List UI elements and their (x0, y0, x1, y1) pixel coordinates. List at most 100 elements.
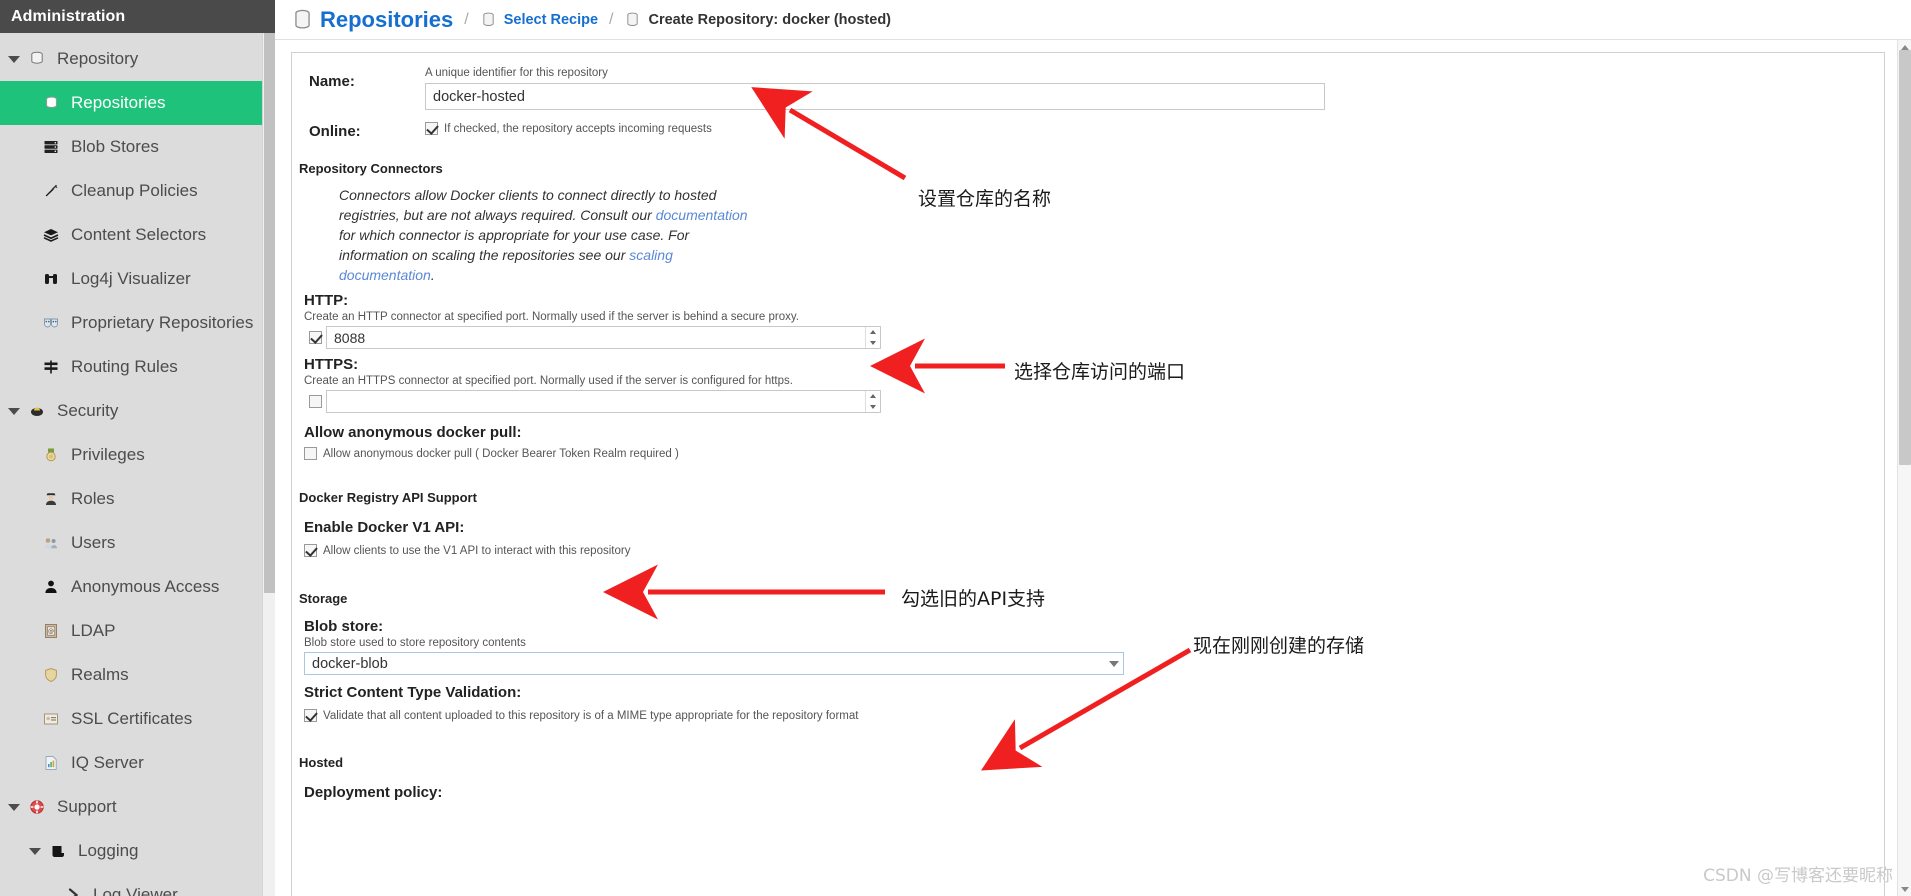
documentation-link[interactable]: documentation (656, 207, 748, 223)
spin-up-icon[interactable] (866, 327, 880, 338)
signpost-icon (40, 357, 62, 377)
chevron-down-icon[interactable] (1105, 661, 1123, 667)
https-port-row (304, 390, 1884, 413)
sidebar-item-cleanup-policies[interactable]: Cleanup Policies (0, 169, 275, 213)
https-port-stepper[interactable] (326, 390, 881, 413)
anonymous-pull-checkbox[interactable] (304, 447, 317, 460)
http-port-spin-buttons[interactable] (865, 327, 880, 348)
https-enable-checkbox[interactable] (308, 395, 322, 408)
breadcrumb-separator: / (464, 10, 469, 28)
name-input[interactable] (425, 83, 1325, 110)
breadcrumb: Repositories / Select Recipe / Create Re… (275, 0, 1911, 40)
repository-connectors-description: Connectors allow Docker clients to conne… (339, 185, 759, 285)
sidebar-scrollbar[interactable] (262, 33, 275, 896)
database-icon (40, 93, 62, 113)
strict-validation-label: Strict Content Type Validation: (304, 684, 522, 701)
svg-text:@: @ (48, 628, 54, 635)
shield-icon (40, 665, 62, 685)
sidebar-item-log4j-visualizer[interactable]: Log4j Visualizer (0, 257, 275, 301)
application-window: Administration Repository Repositories B… (0, 0, 1911, 896)
sidebar-item-label: LDAP (71, 621, 116, 640)
sidebar-scrollbar-thumb[interactable] (264, 33, 275, 593)
breadcrumb-select-recipe[interactable]: Select Recipe (480, 11, 598, 28)
sidebar-item-proprietary-repositories[interactable]: Proprietary Repositories (0, 301, 275, 345)
field-row-online: Online: If checked, the repository accep… (292, 122, 1884, 140)
http-port-input[interactable] (327, 328, 865, 347)
sidebar-item-label: Proprietary Repositories (71, 313, 254, 332)
sidebar-item-realms[interactable]: Realms (0, 653, 275, 697)
repository-form-panel: Name: A unique identifier for this repos… (291, 52, 1885, 896)
spin-down-icon[interactable] (866, 338, 880, 349)
sidebar-item-label: Blob Stores (71, 137, 159, 156)
name-label: Name: (309, 73, 355, 90)
sidebar-item-users[interactable]: Users (0, 521, 275, 565)
sidebar-item-label: IQ Server (71, 753, 144, 772)
field-row-name: Name: A unique identifier for this repos… (292, 67, 1884, 110)
sidebar-group-repository[interactable]: Repository (0, 37, 275, 81)
section-docker-registry-api: Docker Registry API Support (299, 490, 477, 505)
sidebar-item-label: Repositories (71, 93, 166, 112)
sidebar-item-label: Log4j Visualizer (71, 269, 191, 288)
http-port-stepper[interactable] (326, 326, 881, 349)
sidebar-item-blob-stores[interactable]: Blob Stores (0, 125, 275, 169)
blob-store-hint: Blob store used to store repository cont… (304, 637, 526, 649)
sidebar-item-anonymous-access[interactable]: Anonymous Access (0, 565, 275, 609)
database-icon (26, 49, 48, 69)
breadcrumb-root-label[interactable]: Repositories (320, 7, 453, 33)
online-checkbox[interactable] (425, 122, 438, 135)
http-port-row (304, 326, 1884, 349)
chevron-down-icon (7, 52, 21, 66)
docker-v1-api-checkbox[interactable] (304, 544, 317, 557)
online-checkbox-row[interactable]: If checked, the repository accepts incom… (425, 122, 1884, 135)
https-port-spin-buttons[interactable] (865, 391, 880, 412)
sidebar-item-privileges[interactable]: Privileges (0, 433, 275, 477)
sidebar-group-security[interactable]: Security (0, 389, 275, 433)
main-scrollbar[interactable] (1897, 40, 1911, 896)
scroll-down-arrow-icon[interactable] (1898, 882, 1911, 896)
sidebar-item-repositories[interactable]: Repositories (0, 81, 275, 125)
sidebar-item-routing-rules[interactable]: Routing Rules (0, 345, 275, 389)
database-icon (624, 11, 641, 28)
strict-validation-checkbox-row[interactable]: Validate that all content uploaded to th… (304, 709, 1884, 722)
blob-store-select[interactable]: docker-blob (304, 652, 1124, 675)
deployment-policy-label: Deployment policy: (304, 784, 443, 801)
sidebar-item-ssl-certificates[interactable]: SSL Certificates (0, 697, 275, 741)
sidebar-item-content-selectors[interactable]: Content Selectors (0, 213, 275, 257)
sidebar-item-log-viewer[interactable]: Log Viewer (0, 873, 275, 896)
sidebar-item-label: Routing Rules (71, 357, 178, 376)
sidebar-group-label: Logging (78, 841, 139, 860)
sidebar-group-logging[interactable]: Logging (0, 829, 275, 873)
strict-validation-checkbox[interactable] (304, 709, 317, 722)
anonymous-pull-checkbox-row[interactable]: Allow anonymous docker pull ( Docker Bea… (304, 447, 1884, 460)
sidebar-item-roles[interactable]: Roles (0, 477, 275, 521)
breadcrumb-select-recipe-label[interactable]: Select Recipe (504, 12, 598, 28)
database-icon (480, 11, 497, 28)
sidebar-item-label: Anonymous Access (71, 577, 220, 596)
docker-v1-api-checkbox-row[interactable]: Allow clients to use the V1 API to inter… (304, 544, 1884, 557)
sidebar-item-ldap[interactable]: @ LDAP (0, 609, 275, 653)
main-scrollbar-thumb[interactable] (1899, 50, 1911, 465)
section-storage: Storage (299, 591, 348, 606)
blob-store-label: Blob store: (304, 618, 384, 635)
chevron-right-icon (62, 885, 84, 896)
address-book-icon: @ (40, 621, 62, 641)
scroll-icon (47, 841, 69, 861)
lifebuoy-icon (26, 797, 48, 817)
sidebar-item-label: Log Viewer (93, 885, 178, 896)
name-hint: A unique identifier for this repository (425, 67, 608, 79)
anonymous-pull-checkbox-label: Allow anonymous docker pull ( Docker Bea… (323, 447, 679, 460)
http-enable-checkbox[interactable] (308, 331, 322, 344)
sidebar-header: Administration (0, 0, 275, 33)
breadcrumb-current: Create Repository: docker (hosted) (624, 11, 891, 28)
sidebar-group-support[interactable]: Support (0, 785, 275, 829)
sidebar-item-iq-server[interactable]: IQ Server (0, 741, 275, 785)
anonymous-pull-label: Allow anonymous docker pull: (304, 424, 522, 441)
https-port-input[interactable] (327, 392, 865, 411)
chevron-down-icon (7, 800, 21, 814)
section-hosted: Hosted (299, 755, 344, 770)
spin-up-icon[interactable] (866, 391, 880, 402)
medal-icon (40, 445, 62, 465)
binoculars-icon (40, 269, 62, 289)
breadcrumb-root[interactable]: Repositories (291, 7, 453, 33)
spin-down-icon[interactable] (866, 402, 880, 413)
